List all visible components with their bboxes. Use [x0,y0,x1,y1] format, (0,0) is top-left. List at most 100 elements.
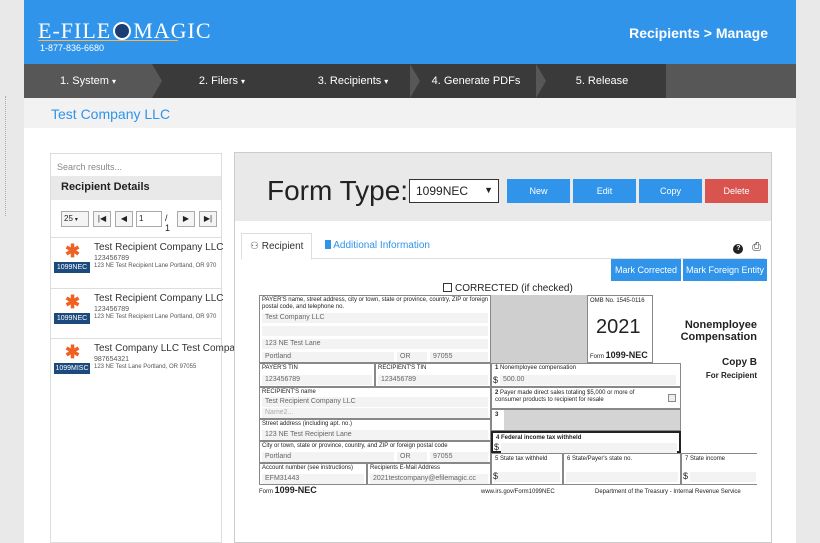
print-icon[interactable]: ⎙ [752,241,761,253]
payer-name2-field[interactable] [262,326,488,336]
payer-tin-field[interactable]: 123456789 [262,375,372,385]
recipient-list-item[interactable]: ✱ 1099NEC Test Recipient Company LLC 123… [51,237,224,285]
form-footer-name: Form 1099-NEC [259,486,317,496]
recipient-city-field[interactable]: Portland [262,452,394,462]
asterisk-icon: ✱ [65,342,81,362]
box6-field[interactable] [566,472,678,482]
new-button[interactable]: New [507,179,570,203]
form-label: Form [590,354,604,360]
recipient-list-item[interactable]: ✱ 1099NEC Test Recipient Company LLC 123… [51,288,224,336]
box2: 2 Payer made direct sales totaling $5,00… [491,387,681,409]
prev-page-button[interactable]: ◀ [115,211,133,227]
recipient-name2-field[interactable]: Name2... [262,408,488,418]
first-page-button[interactable]: |◀ [93,211,111,227]
account-field[interactable]: EFM31443 [262,474,364,484]
box4: 4 Federal income tax withheld $ [491,431,681,453]
account-box: Account number (see instructions) EFM314… [259,463,367,485]
nav-filers[interactable]: 2. Filers ▾ [162,64,282,98]
recipient-street-box: Street address (including apt. no.) 123 … [259,419,491,441]
search-input[interactable]: Search results... [57,162,122,172]
tab-recipient[interactable]: ⚇ Recipient [241,233,313,260]
payer-state-field[interactable]: OR [397,352,427,362]
payer-box: PAYER'S name, street address, city or to… [259,295,491,363]
chevron-down-icon: ▾ [111,77,116,86]
nav-release-label: 5. Release [575,75,629,87]
copy-button[interactable]: Copy [639,179,702,203]
box2-checkbox[interactable] [668,394,676,402]
recipient-address: 123 NE Test Recipient Lane Portland, OR … [94,314,217,320]
box7-field[interactable] [690,472,756,482]
box5-dollar: $ [493,471,499,481]
recipient-address: 123 NE Test Recipient Lane Portland, OR … [94,263,217,269]
form-title: Nonemployee Compensation [680,319,757,343]
recipient-state-field[interactable]: OR [397,452,427,462]
chevron-down-icon: ▾ [384,77,389,86]
mark-foreign-entity-button[interactable]: Mark Foreign Entity [683,259,767,281]
help-icon[interactable]: ? [733,244,744,254]
account-label: Account number (see instructions) [262,465,354,471]
form-name: 1099-NEC [605,350,648,360]
mark-corrected-button[interactable]: Mark Corrected [611,259,681,281]
nav-recipients-label: 3. Recipients [317,75,382,87]
recipient-list-item[interactable]: ✱ 1099MISC Test Company LLC Test Compa 9… [51,338,235,386]
payer-label: PAYER'S name, street address, city or to… [262,297,489,310]
tax-year: 2021 [596,316,641,338]
street-label: Street address (including apt. no.) [262,421,353,427]
treasury-label: Department of the Treasury - Internal Re… [595,489,741,495]
page-size-select[interactable]: 25 ▾ [61,211,89,227]
recipient-zip-field[interactable]: 97055 [430,452,488,462]
box5-field[interactable] [494,472,560,482]
user-icon: ⚇ [250,241,259,252]
last-page-button[interactable]: ▶| [199,211,217,227]
box6: 6 State/Payer's state no. [563,453,681,485]
nav-recipients[interactable]: 3. Recipients ▾ [286,64,420,98]
copy-b-label: Copy B [722,357,757,368]
nav-end-block [666,64,796,98]
box4-field[interactable] [501,443,677,453]
page-title: Recipients > Manage [629,25,768,41]
shaded-area [491,295,587,363]
nav-system-label: 1. System [60,75,109,87]
corrected-label: CORRECTED (if checked) [455,283,573,294]
recipient-street-field[interactable]: 123 NE Test Recipient Lane [262,430,488,440]
payer-tin-box: PAYER'S TIN 123456789 [259,363,375,387]
form-tabs: ⚇ Recipient Additional Information [241,233,765,260]
recipient-name-field[interactable]: Test Recipient Company LLC [262,397,488,407]
payer-street-field[interactable]: 123 NE Test Lane [262,339,488,349]
recipient-address: 123 NE Test Lane Portland, OR 97055 [94,364,197,370]
nav-release[interactable]: 5. Release [546,64,658,98]
box1-number: 1 [495,365,499,371]
nav-separator [536,64,546,98]
recipient-name: Test Recipient Company LLC [94,242,224,253]
page-number-input[interactable]: 1 [136,211,162,227]
box1-field[interactable]: 500.00 [500,375,676,385]
nav-separator [410,64,420,98]
edit-button[interactable]: Edit [573,179,636,203]
email-label: Recipients E-Mail Address [370,465,441,471]
nav-system[interactable]: 1. System ▾ [24,64,152,98]
nav-separator [152,64,162,98]
wizard-nav: 1. System ▾ 2. Filers ▾ 3. Recipients ▾ 4. … [24,64,796,98]
payer-city-field[interactable]: Portland [262,352,394,362]
chevron-down-icon: ▾ [74,217,78,223]
nav-generate-pdfs[interactable]: 4. Generate PDFs [420,64,532,98]
corrected-checkbox[interactable]: CORRECTED (if checked) [443,283,573,294]
tab-additional-information[interactable]: Additional Information [317,233,438,260]
payer-name-field[interactable]: Test Company LLC [262,313,488,323]
payer-zip-field[interactable]: 97055 [430,352,488,362]
recipient-tin-field[interactable]: 123456789 [378,375,488,385]
recipient-tin: 123456789 [94,306,130,313]
recipient-name: Test Recipient Company LLC [94,293,224,304]
next-page-button[interactable]: ▶ [177,211,195,227]
email-field[interactable]: 2021testcompany@efilemagic.cc [370,474,488,484]
form-toolbar: Form Type: 1099NEC ▼ New Edit Copy Delet… [235,153,771,221]
delete-button[interactable]: Delete [705,179,768,203]
form-1099-nec: PAYER'S name, street address, city or to… [259,295,757,495]
box4-label: 4 Federal income tax withheld [496,435,582,441]
form-type-select[interactable]: 1099NEC ▼ [409,179,499,203]
box2-text: Payer made direct sales totaling $5,000 … [495,390,635,403]
recipient-name: Test Company LLC Test Compa [94,343,235,354]
box1: 1 Nonemployee compensation $ 500.00 [491,363,681,387]
box1-dollar: $ [493,375,499,385]
box5: 5 State tax withheld $ [491,453,563,485]
